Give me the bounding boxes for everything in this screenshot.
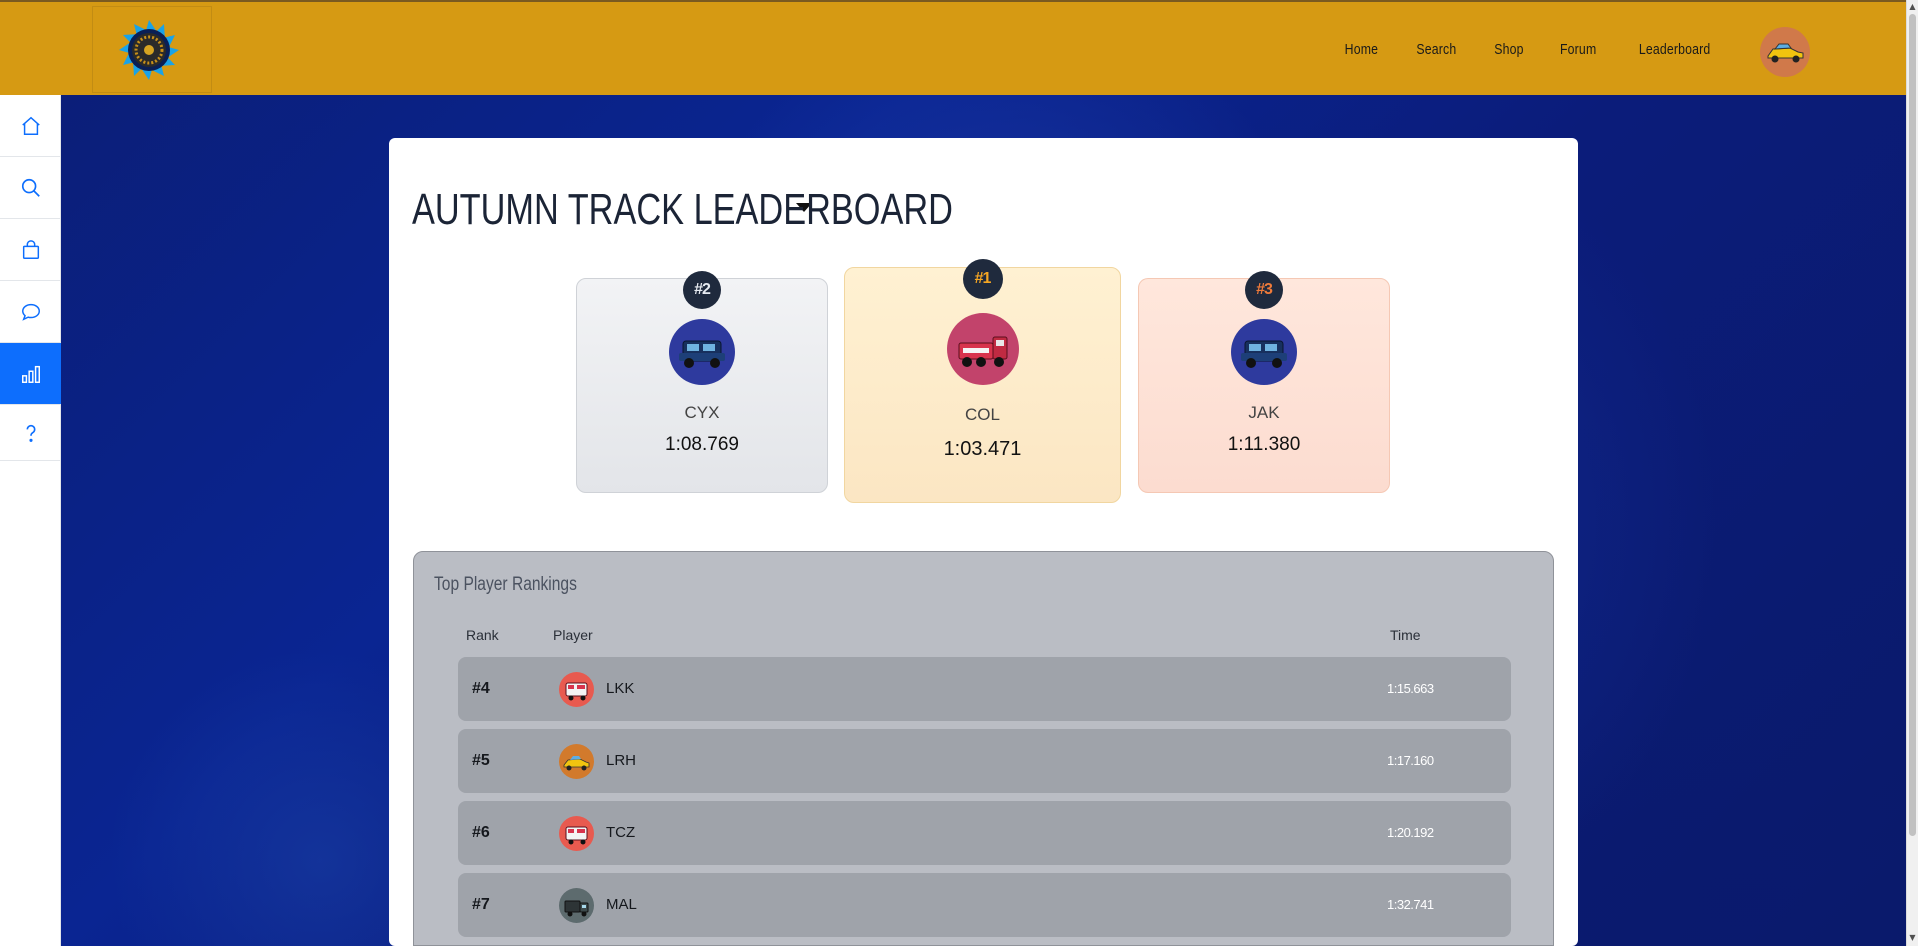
red-van-icon (565, 826, 588, 845)
row-rank: #7 (472, 896, 490, 913)
scroll-down-arrow-icon[interactable]: ▼ (1909, 934, 1916, 942)
blue-jeep-icon (1241, 340, 1287, 368)
red-van-icon (565, 682, 588, 701)
nav-home-link[interactable]: Home (1345, 41, 1378, 58)
table-row[interactable]: #4 LKK 1:15.663 (458, 657, 1511, 721)
podium-first-place: #1 COL 1:03.471 (844, 259, 1121, 503)
column-header-time: Time (1390, 627, 1421, 643)
search-icon (21, 178, 40, 197)
row-player-name: LKK (606, 680, 635, 697)
spiral-wheel-logo-icon (119, 20, 179, 80)
blue-jeep-icon (679, 340, 725, 368)
nav-search-link[interactable]: Search (1416, 41, 1456, 58)
row-avatar (559, 888, 594, 923)
row-player-name: MAL (606, 896, 637, 913)
sidebar-item-leaderboard[interactable] (0, 343, 61, 405)
table-row[interactable]: #5 LRH 1:17.160 (458, 729, 1511, 793)
car-avatar-icon (1767, 43, 1804, 63)
row-rank: #6 (472, 824, 490, 841)
rankings-title: Top Player Rankings (434, 574, 577, 595)
row-time: 1:17.160 (1387, 753, 1434, 768)
bar-chart-icon (21, 365, 40, 383)
column-header-rank: Rank (466, 627, 499, 643)
player-avatar (669, 319, 735, 385)
row-time: 1:32.741 (1387, 897, 1434, 912)
top-navbar: Home Search Shop Forum Leaderboard (0, 0, 1906, 95)
player-avatar (1231, 319, 1297, 385)
table-row[interactable]: #7 MAL 1:32.741 (458, 873, 1511, 937)
page-scrollbar[interactable]: ▲ ▼ (1906, 0, 1918, 946)
row-player-name: LRH (606, 752, 637, 769)
logo-link[interactable] (92, 6, 212, 93)
rank-badge: #2 (683, 271, 721, 309)
row-rank: #5 (472, 752, 490, 769)
sidebar-item-shop[interactable] (0, 219, 61, 281)
rank-badge: #3 (1245, 271, 1283, 309)
row-time: 1:15.663 (1387, 681, 1434, 696)
nav-forum-link[interactable]: Forum (1560, 41, 1596, 58)
nav-shop-link[interactable]: Shop (1494, 41, 1523, 58)
player-time: 1:03.471 (943, 438, 1022, 460)
player-name: CYX (684, 403, 720, 422)
sidebar (0, 95, 61, 946)
column-header-player: Player (553, 627, 593, 643)
player-avatar (946, 313, 1019, 385)
sidebar-item-search[interactable] (0, 157, 61, 219)
podium-second-place: #2 CYX 1:08.769 (576, 271, 828, 493)
scroll-up-arrow-icon[interactable]: ▲ (1909, 3, 1916, 11)
leaderboard-card: AUTUMN TRACK LEADERBOARD #2 CYX 1:08.769… (389, 138, 1578, 946)
leaderboard-title-row[interactable]: AUTUMN TRACK LEADERBOARD (412, 185, 953, 235)
player-time: 1:08.769 (665, 434, 739, 455)
row-avatar (559, 816, 594, 851)
sidebar-item-help[interactable] (0, 405, 61, 461)
player-name: COL (965, 405, 1000, 424)
pink-truck-icon (958, 336, 1007, 367)
row-rank: #4 (472, 680, 490, 697)
main-nav: Home Search Shop Forum Leaderboard (1311, 2, 1718, 97)
rank-badge: #1 (962, 259, 1003, 299)
row-avatar (559, 672, 594, 707)
home-icon (21, 116, 40, 135)
chat-bubble-icon (21, 303, 40, 321)
podium-third-place: #3 JAK 1:11.380 (1138, 271, 1390, 493)
row-time: 1:20.192 (1387, 825, 1434, 840)
sidebar-item-forum[interactable] (0, 281, 61, 343)
yellow-car-icon (563, 756, 590, 771)
nav-leaderboard-link[interactable]: Leaderboard (1639, 41, 1711, 58)
player-name: JAK (1248, 403, 1280, 422)
scrollbar-thumb[interactable] (1909, 14, 1916, 836)
sidebar-item-home[interactable] (0, 95, 61, 157)
page-title: AUTUMN TRACK LEADERBOARD (412, 185, 953, 234)
top-player-rankings-panel: Top Player Rankings Rank Player Time #4 … (413, 551, 1554, 946)
table-row[interactable]: #6 TCZ 1:20.192 (458, 801, 1511, 865)
shopping-bag-icon (22, 239, 39, 259)
question-icon (26, 424, 35, 442)
user-avatar[interactable] (1760, 27, 1810, 77)
row-avatar (559, 744, 594, 779)
player-time: 1:11.380 (1227, 434, 1301, 455)
gray-truck-icon (564, 900, 589, 917)
row-player-name: TCZ (606, 824, 636, 841)
